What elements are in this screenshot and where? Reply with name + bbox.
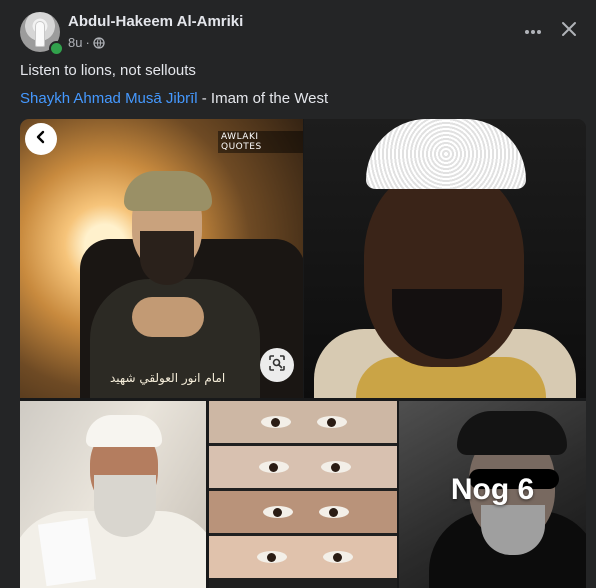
photo-watermark: AWLAKI QUOTES bbox=[218, 131, 303, 153]
profile-link[interactable]: Shaykh Ahmad Musā Jibrīl bbox=[20, 90, 198, 107]
photo-3[interactable] bbox=[20, 401, 206, 588]
close-icon bbox=[561, 21, 577, 42]
close-button[interactable] bbox=[556, 17, 582, 45]
author-name[interactable]: Abdul-Hakeem Al-Amriki bbox=[68, 13, 243, 30]
lens-icon bbox=[268, 354, 286, 377]
photo-caption: امام انور العولقي شهيد bbox=[110, 371, 226, 385]
photo-4[interactable] bbox=[209, 401, 397, 588]
globe-icon bbox=[93, 36, 105, 49]
link-suffix: - Imam of the West bbox=[197, 90, 329, 107]
post-timestamp[interactable]: 8u bbox=[68, 35, 82, 50]
post-meta: 8u · bbox=[68, 35, 105, 50]
post-header: Abdul-Hakeem Al-Amriki 8u · bbox=[0, 0, 596, 60]
more-photos-count: Nog 6 bbox=[450, 473, 535, 506]
post-text: Listen to lions, not sellouts bbox=[20, 62, 196, 79]
back-button[interactable] bbox=[25, 123, 57, 155]
meta-separator: · bbox=[85, 35, 90, 50]
photo-2[interactable] bbox=[304, 119, 586, 398]
photo-1[interactable]: AWLAKI QUOTES امام انور العولقي شهيد bbox=[20, 119, 303, 398]
chevron-left-icon bbox=[34, 130, 48, 149]
photo-5-more[interactable]: Nog 6 bbox=[399, 401, 586, 588]
more-options-button[interactable] bbox=[520, 18, 546, 44]
photo-grid: AWLAKI QUOTES امام انور العولقي شهيد Nog… bbox=[20, 119, 586, 588]
post-link-line: Shaykh Ahmad Musā Jibrīl - Imam of the W… bbox=[20, 90, 328, 107]
more-horizontal-icon bbox=[524, 22, 542, 40]
online-status-dot bbox=[49, 41, 64, 56]
visual-search-button[interactable] bbox=[260, 348, 294, 382]
